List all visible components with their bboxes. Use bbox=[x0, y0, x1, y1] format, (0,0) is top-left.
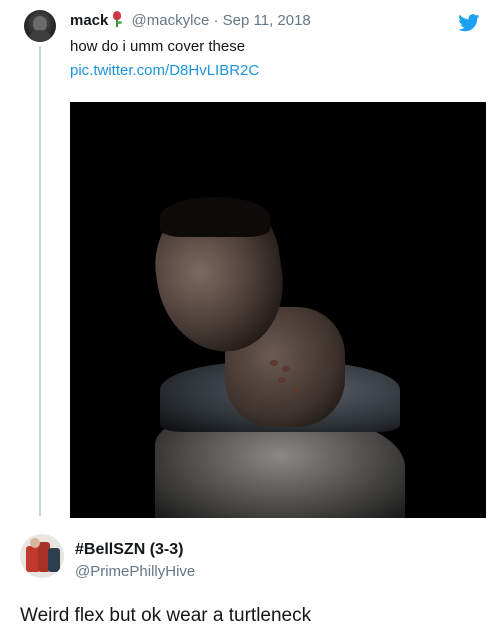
tweet-header: mack @mackylce · Sep 11, 2018 bbox=[70, 11, 311, 29]
username-handle[interactable]: @mackylce bbox=[132, 12, 210, 29]
media-link[interactable]: pic.twitter.com/D8HvLIBR2C bbox=[70, 62, 259, 79]
tweet-text: Weird flex but ok wear a turtleneck bbox=[20, 605, 312, 626]
separator: · bbox=[213, 12, 219, 29]
display-name[interactable]: mack bbox=[70, 12, 108, 29]
tweet-text: how do i umm cover these bbox=[70, 38, 246, 55]
original-tweet: mack @mackylce · Sep 11, 2018 how do i u… bbox=[0, 0, 502, 520]
username-handle[interactable]: @PrimePhillyHive bbox=[75, 563, 195, 580]
display-name[interactable]: #BellSZN (3-3) bbox=[75, 541, 183, 559]
twitter-bird-icon[interactable] bbox=[458, 14, 480, 32]
avatar[interactable] bbox=[24, 10, 56, 42]
tweet-date[interactable]: Sep 11, 2018 bbox=[223, 12, 311, 29]
rose-icon bbox=[111, 11, 123, 27]
avatar[interactable] bbox=[20, 534, 64, 578]
tweet-photo[interactable] bbox=[70, 102, 486, 518]
reply-tweet: #BellSZN (3-3) @PrimePhillyHive Weird fl… bbox=[0, 525, 502, 640]
